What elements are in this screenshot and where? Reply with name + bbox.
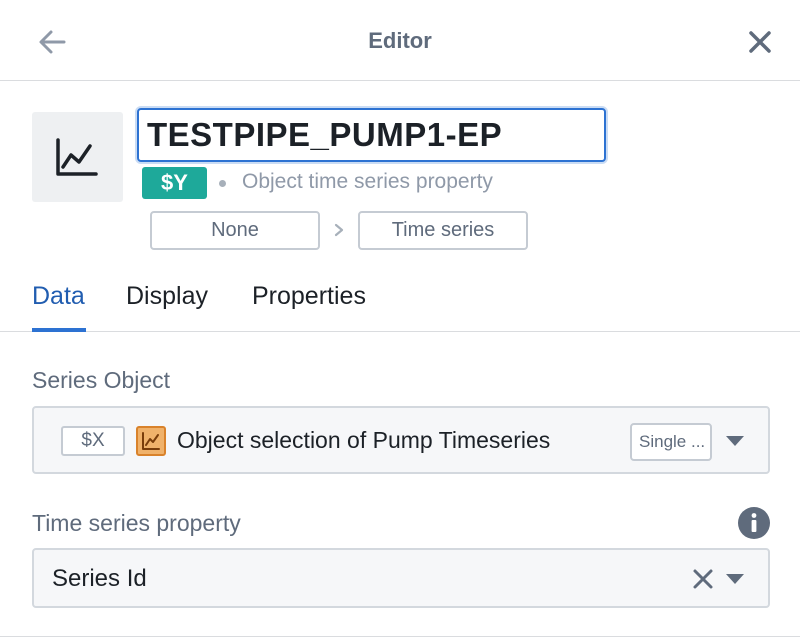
series-object-label: Series Object	[32, 367, 171, 393]
editor-header: Editor	[0, 0, 800, 81]
close-icon	[749, 31, 771, 53]
line-chart-icon	[56, 138, 98, 176]
tab-properties[interactable]: Properties	[252, 282, 366, 311]
caret-down-icon[interactable]	[726, 574, 744, 584]
close-icon	[693, 569, 713, 589]
active-tab-indicator	[32, 328, 86, 332]
page-title: Editor	[368, 28, 432, 53]
tab-bar: Data Display Properties	[0, 260, 800, 332]
variable-tag[interactable]: $X	[61, 426, 125, 456]
breadcrumb-from-button[interactable]: None	[150, 211, 320, 250]
time-series-property-select[interactable]: Series Id	[32, 548, 770, 608]
series-type-icon-box	[32, 112, 123, 202]
clear-button[interactable]	[690, 566, 716, 592]
series-object-select[interactable]: $X Object selection of Pump Timeseries S…	[32, 406, 770, 474]
series-name-input[interactable]	[137, 108, 606, 162]
selection-mode-pill[interactable]: Single ...	[630, 423, 712, 461]
time-series-property-label: Time series property	[32, 510, 241, 536]
series-type-label: Object time series property	[242, 170, 493, 193]
object-type-icon	[136, 426, 166, 456]
tab-data[interactable]: Data	[32, 282, 85, 311]
series-object-value: Object selection of Pump Timeseries	[177, 427, 551, 453]
caret-down-icon[interactable]	[726, 436, 744, 446]
chevron-right-icon	[334, 223, 344, 237]
dot-separator	[219, 180, 226, 187]
close-button[interactable]	[744, 26, 776, 58]
breadcrumb-to-button[interactable]: Time series	[358, 211, 528, 250]
tab-display[interactable]: Display	[126, 282, 208, 311]
variable-badge: $Y	[142, 167, 207, 199]
info-button[interactable]	[737, 506, 771, 540]
divider	[0, 636, 800, 637]
line-chart-icon	[142, 432, 160, 450]
info-icon	[738, 507, 770, 539]
time-series-property-value: Series Id	[52, 565, 147, 592]
